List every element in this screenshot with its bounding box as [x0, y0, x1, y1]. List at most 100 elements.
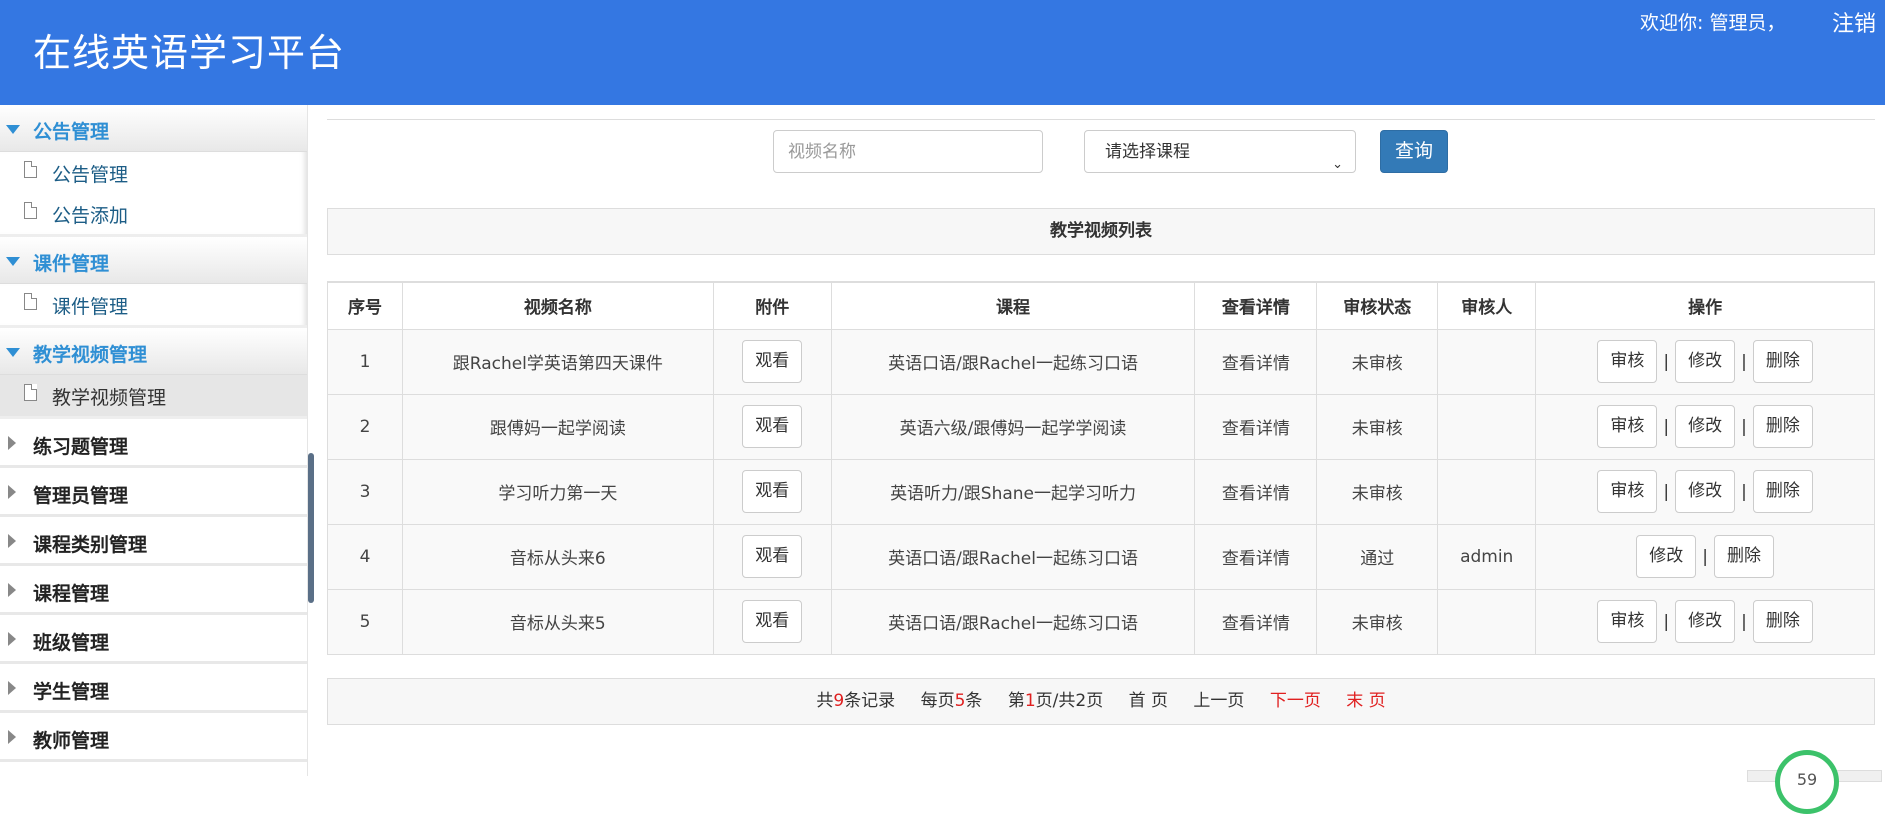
- review-button[interactable]: 审核: [1597, 600, 1658, 643]
- next-page-link[interactable]: 下一页: [1270, 691, 1321, 711]
- view-detail-link[interactable]: 查看详情: [1194, 393, 1318, 460]
- delete-button[interactable]: 删除: [1752, 600, 1813, 643]
- sidebar-submenu: 公告管理 公告添加: [0, 152, 307, 237]
- edit-button[interactable]: 修改: [1675, 405, 1736, 448]
- per-page: 每页5条: [920, 691, 983, 711]
- watch-button[interactable]: 观看: [742, 340, 803, 383]
- sidebar-group-teachers[interactable]: 教师管理: [0, 713, 307, 762]
- last-page-link[interactable]: 末 页: [1346, 691, 1385, 711]
- top-header: 在线英语学习平台 欢迎你: 管理员， 注销: [0, 0, 1885, 105]
- table-row: 2 跟傅妈一起学阅读 观看 英语六级/跟傅妈一起学学阅读 查看详情 未审核 审核…: [327, 393, 1875, 460]
- delete-button[interactable]: 删除: [1752, 340, 1813, 383]
- sidebar-item-video-manage[interactable]: 教学视频管理: [0, 375, 307, 416]
- sidebar-group-course-categories[interactable]: 课程类别管理: [0, 517, 307, 566]
- caret-right-icon: [8, 436, 16, 450]
- sidebar-group-label: 练习题管理: [33, 436, 129, 458]
- sidebar-item-courseware-manage[interactable]: 课件管理: [0, 284, 307, 325]
- edit-button[interactable]: 修改: [1675, 600, 1736, 643]
- edit-button[interactable]: 修改: [1675, 470, 1736, 513]
- sidebar-group-videos[interactable]: 教学视频管理: [0, 328, 307, 375]
- cell-status: 未审核: [1316, 588, 1439, 655]
- sidebar-group-announcements[interactable]: 公告管理: [0, 105, 307, 152]
- view-detail-link[interactable]: 查看详情: [1194, 328, 1318, 395]
- table-row: 1 跟Rachel学英语第四天课件 观看 英语口语/跟Rachel一起练习口语 …: [327, 328, 1875, 395]
- sidebar-group-courses[interactable]: 课程管理: [0, 566, 307, 615]
- document-icon: [24, 384, 37, 401]
- cell-actions: 修改 | 删除: [1535, 523, 1875, 590]
- delete-button[interactable]: 删除: [1752, 405, 1813, 448]
- sidebar-submenu: 教学视频管理: [0, 375, 307, 419]
- cell-no: 2: [327, 393, 403, 460]
- view-detail-link[interactable]: 查看详情: [1194, 458, 1318, 525]
- list-title: 教学视频列表: [327, 208, 1875, 255]
- delete-button[interactable]: 删除: [1752, 470, 1813, 513]
- video-name-search-input[interactable]: [773, 130, 1043, 173]
- app-title: 在线英语学习平台: [33, 31, 346, 75]
- sidebar-group-admins[interactable]: 管理员管理: [0, 468, 307, 517]
- document-icon: [24, 202, 37, 219]
- welcome-text: 欢迎你: 管理员，: [1640, 12, 1786, 34]
- sidebar-item-announcement-manage[interactable]: 公告管理: [0, 152, 307, 193]
- cell-course: 英语口语/跟Rachel一起练习口语: [830, 588, 1196, 655]
- cell-reviewer: [1437, 588, 1537, 655]
- cell-video-name: 跟Rachel学英语第四天课件: [401, 328, 714, 395]
- sidebar-group-courseware[interactable]: 课件管理: [0, 237, 307, 284]
- review-button[interactable]: 审核: [1597, 340, 1658, 383]
- sidebar-group-students[interactable]: 学生管理: [0, 664, 307, 713]
- edit-button[interactable]: 修改: [1675, 340, 1736, 383]
- table-row: 3 学习听力第一天 观看 英语听力/跟Shane一起学习听力 查看详情 未审核 …: [327, 458, 1875, 525]
- view-detail-link[interactable]: 查看详情: [1194, 523, 1318, 590]
- cell-course: 英语六级/跟傅妈一起学学阅读: [830, 393, 1196, 460]
- course-select-value: 请选择课程: [1105, 142, 1190, 161]
- watch-button[interactable]: 观看: [742, 600, 803, 643]
- caret-right-icon: [8, 730, 16, 744]
- column-header: 查看详情: [1194, 281, 1318, 330]
- prev-page-link[interactable]: 上一页: [1193, 691, 1244, 711]
- cell-status: 未审核: [1316, 328, 1439, 395]
- sidebar-group-exercises[interactable]: 练习题管理: [0, 419, 307, 468]
- sidebar-group-label: 课件管理: [33, 253, 110, 275]
- document-icon: [24, 293, 37, 310]
- logout-link[interactable]: 注销: [1832, 6, 1876, 38]
- watch-button[interactable]: 观看: [742, 405, 803, 448]
- review-button[interactable]: 审核: [1597, 405, 1658, 448]
- cell-attachment: 观看: [712, 393, 832, 460]
- sidebar-resize-handle[interactable]: [308, 453, 314, 603]
- caret-down-icon: [6, 348, 20, 357]
- cell-reviewer: [1437, 393, 1537, 460]
- review-button[interactable]: 审核: [1597, 470, 1658, 513]
- sidebar-item-announcement-add[interactable]: 公告添加: [0, 193, 307, 234]
- caret-down-icon: [6, 257, 20, 266]
- floating-progress-widget[interactable]: 59: [1775, 750, 1839, 814]
- column-header: 审核状态: [1316, 281, 1439, 330]
- sidebar-item-label: 课件管理: [52, 296, 129, 318]
- total-records: 共9条记录: [816, 691, 896, 711]
- sidebar-submenu: 课件管理: [0, 284, 307, 328]
- sidebar-group-label: 教学视频管理: [33, 344, 148, 366]
- divider: [327, 119, 1875, 120]
- watch-button[interactable]: 观看: [742, 535, 803, 578]
- table-row: 4 音标从头来6 观看 英语口语/跟Rachel一起练习口语 查看详情 通过 a…: [327, 523, 1875, 590]
- view-detail-link[interactable]: 查看详情: [1194, 588, 1318, 655]
- cell-actions: 审核 | 修改 | 删除: [1535, 458, 1875, 525]
- query-button[interactable]: 查询: [1380, 130, 1448, 173]
- caret-right-icon: [8, 485, 16, 499]
- cell-reviewer: [1437, 328, 1537, 395]
- sidebar-group-classes[interactable]: 班级管理: [0, 615, 307, 664]
- first-page-link[interactable]: 首 页: [1129, 691, 1168, 711]
- delete-button[interactable]: 删除: [1713, 535, 1774, 578]
- table-row: 5 音标从头来5 观看 英语口语/跟Rachel一起练习口语 查看详情 未审核 …: [327, 588, 1875, 655]
- column-header: 审核人: [1437, 281, 1537, 330]
- sidebar-item-label: 公告添加: [52, 205, 129, 227]
- edit-button[interactable]: 修改: [1636, 535, 1697, 578]
- cell-attachment: 观看: [712, 588, 832, 655]
- course-select[interactable]: 请选择课程 ⌄: [1084, 130, 1356, 173]
- sidebar-item-label: 教学视频管理: [52, 387, 167, 409]
- cell-status: 未审核: [1316, 393, 1439, 460]
- cell-reviewer: admin: [1437, 523, 1537, 590]
- cell-video-name: 学习听力第一天: [401, 458, 714, 525]
- watch-button[interactable]: 观看: [742, 470, 803, 513]
- caret-down-icon: [6, 125, 20, 134]
- cell-course: 英语听力/跟Shane一起学习听力: [830, 458, 1196, 525]
- sidebar-group-label: 教师管理: [33, 730, 110, 752]
